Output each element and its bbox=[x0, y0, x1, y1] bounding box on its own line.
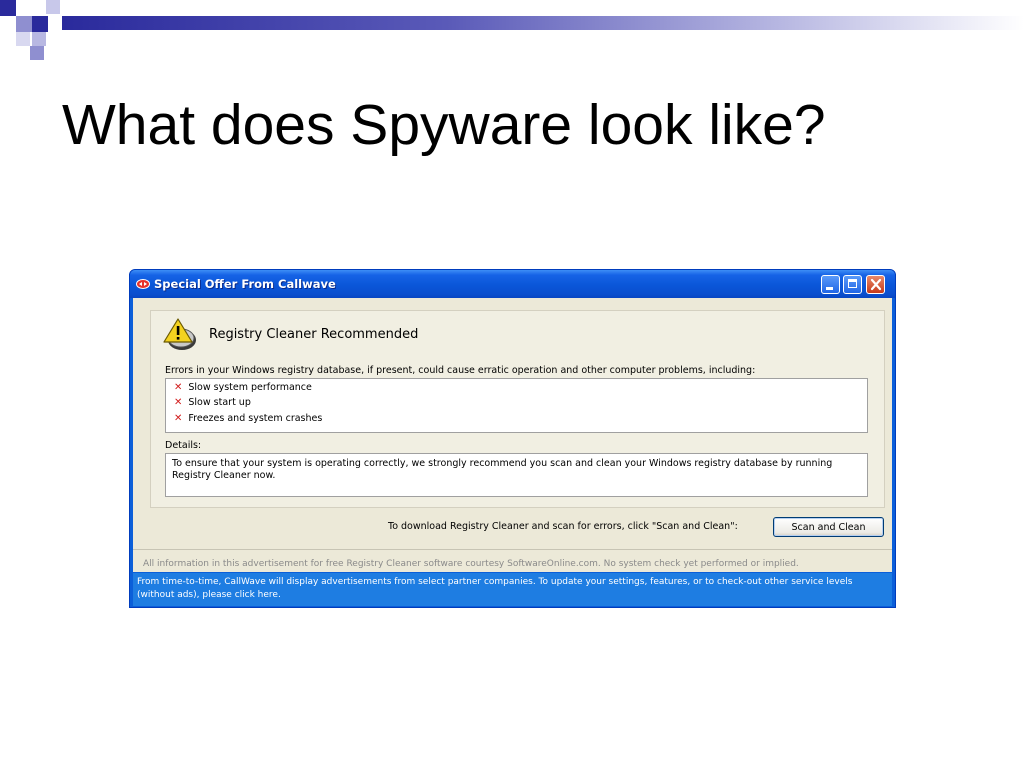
minimize-button[interactable] bbox=[821, 275, 840, 294]
callwave-icon bbox=[136, 279, 150, 289]
slide-decoration-squares bbox=[0, 0, 80, 64]
window-title: Special Offer From Callwave bbox=[154, 277, 336, 291]
list-item: ✕ Slow start up bbox=[174, 397, 251, 411]
footer-settings-link[interactable]: From time-to-time, CallWave will display… bbox=[133, 573, 892, 606]
slide-decoration-bar bbox=[62, 16, 1024, 30]
issue-label: Slow system performance bbox=[188, 382, 312, 393]
issue-label: Freezes and system crashes bbox=[188, 413, 323, 424]
minimize-icon bbox=[826, 287, 833, 290]
disclaimer-text: All information in this advertisement fo… bbox=[133, 557, 892, 572]
cta-text: To download Registry Cleaner and scan fo… bbox=[388, 521, 738, 532]
separator bbox=[133, 549, 892, 550]
list-item: ✕ Slow system performance bbox=[174, 382, 312, 396]
offer-panel: Registry Cleaner Recommended Errors in y… bbox=[150, 310, 885, 508]
scan-and-clean-button[interactable]: Scan and Clean bbox=[773, 517, 884, 537]
red-x-icon: ✕ bbox=[174, 413, 183, 424]
red-x-icon: ✕ bbox=[174, 397, 183, 408]
list-item: ✕ Freezes and system crashes bbox=[174, 413, 322, 427]
popup-window: Special Offer From Callwave Registry Cle… bbox=[129, 269, 896, 608]
window-client-area: Registry Cleaner Recommended Errors in y… bbox=[133, 298, 892, 557]
maximize-icon bbox=[848, 279, 857, 288]
slide-title: What does Spyware look like? bbox=[62, 93, 826, 157]
issues-list: ✕ Slow system performance ✕ Slow start up … bbox=[165, 378, 868, 433]
maximize-button[interactable] bbox=[843, 275, 862, 294]
intro-text: Errors in your Windows registry database… bbox=[165, 365, 756, 376]
close-button[interactable] bbox=[866, 275, 885, 294]
warning-icon bbox=[163, 318, 196, 350]
window-titlebar[interactable]: Special Offer From Callwave bbox=[130, 270, 895, 298]
details-textbox[interactable]: To ensure that your system is operating … bbox=[165, 453, 868, 497]
close-icon bbox=[870, 278, 882, 291]
issue-label: Slow start up bbox=[188, 397, 251, 408]
red-x-icon: ✕ bbox=[174, 382, 183, 393]
dialog-heading: Registry Cleaner Recommended bbox=[209, 327, 419, 342]
details-label: Details: bbox=[165, 440, 202, 451]
